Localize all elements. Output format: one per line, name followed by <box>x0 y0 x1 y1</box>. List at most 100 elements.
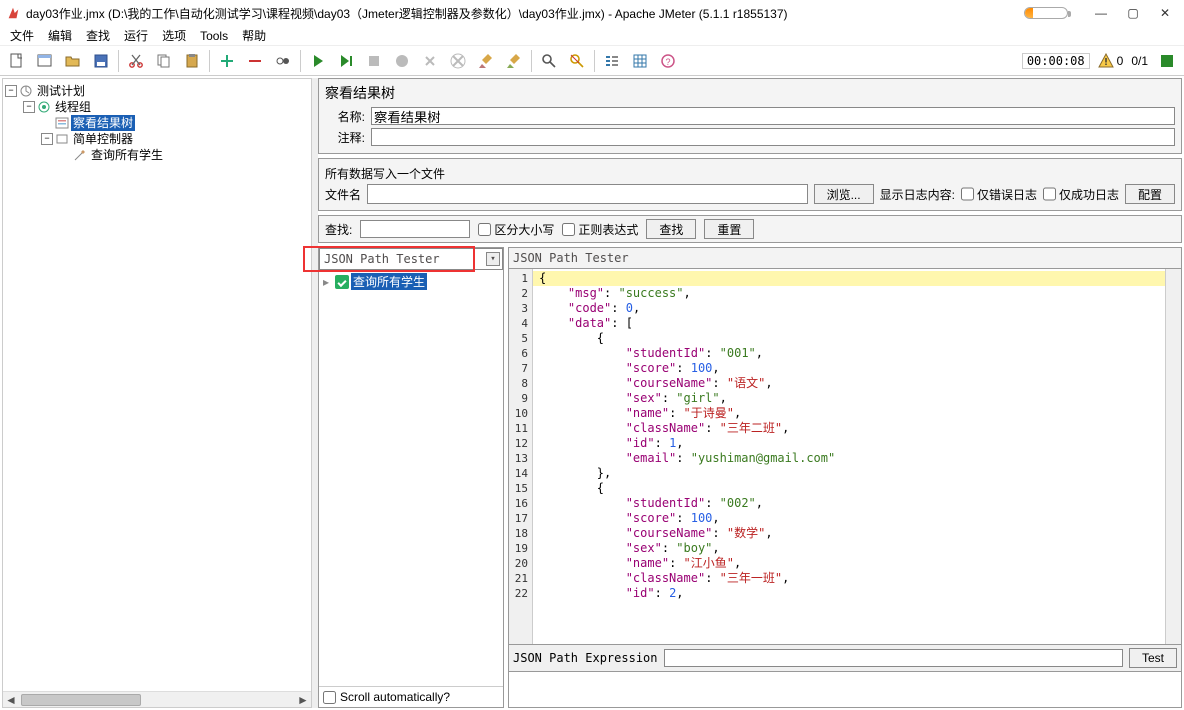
battery-indicator <box>1024 7 1068 19</box>
scroll-thumb[interactable] <box>21 694 141 706</box>
tester-pane: JSON Path Tester 12345678910111213141516… <box>508 247 1182 708</box>
expand-toggle[interactable]: − <box>23 101 35 113</box>
shutdown-icon[interactable] <box>389 48 415 74</box>
threadgroup-icon <box>37 100 51 114</box>
test-button[interactable]: Test <box>1129 648 1177 668</box>
file-output-panel: 所有数据写入一个文件 文件名 浏览... 显示日志内容: 仅错误日志 仅成功日志… <box>318 158 1182 211</box>
menu-search[interactable]: 查找 <box>80 25 116 46</box>
case-sensitive-label: 区分大小写 <box>494 221 554 238</box>
clear-all-icon[interactable] <box>445 48 471 74</box>
search-button[interactable]: 查找 <box>646 219 696 239</box>
configure-button[interactable]: 配置 <box>1125 184 1175 204</box>
browse-button[interactable]: 浏览... <box>814 184 874 204</box>
warning-badge[interactable]: 0 <box>1098 53 1124 69</box>
results-tree-icon <box>55 116 69 130</box>
renderer-combo[interactable]: JSON Path Tester ▾ <box>319 248 503 270</box>
result-tree[interactable]: ▸ 查询所有学生 <box>319 270 503 686</box>
help-icon[interactable]: ? <box>655 48 681 74</box>
cut-icon[interactable] <box>123 48 149 74</box>
file-output-header: 所有数据写入一个文件 <box>325 163 1175 184</box>
expand-toggle[interactable]: − <box>5 85 17 97</box>
expression-label: JSON Path Expression <box>513 651 658 665</box>
new-icon[interactable] <box>4 48 30 74</box>
success-badge-icon <box>335 275 349 289</box>
expand-icon[interactable] <box>214 48 240 74</box>
open-icon[interactable] <box>60 48 86 74</box>
expression-input[interactable] <box>664 649 1123 667</box>
tree-simple-controller[interactable]: − 简单控制器 <box>5 131 309 147</box>
scroll-auto-checkbox[interactable] <box>323 691 336 704</box>
tester-tab[interactable]: JSON Path Tester <box>508 247 1182 269</box>
tree-root[interactable]: − 测试计划 <box>5 83 309 99</box>
menu-tools[interactable]: Tools <box>194 27 234 45</box>
menu-options[interactable]: 选项 <box>156 25 192 46</box>
copy-icon[interactable] <box>151 48 177 74</box>
menu-help[interactable]: 帮助 <box>236 25 272 46</box>
status-ok-icon <box>1154 48 1180 74</box>
warning-count: 0 <box>1117 54 1124 68</box>
expand-toggle[interactable]: − <box>41 133 53 145</box>
tree-hscrollbar[interactable]: ◄ ► <box>3 691 311 707</box>
success-only-checkbox[interactable]: 仅成功日志 <box>1043 184 1119 204</box>
code-vscrollbar[interactable] <box>1165 269 1181 644</box>
stop-icon[interactable] <box>361 48 387 74</box>
start-icon[interactable] <box>305 48 331 74</box>
window-title: day03作业.jmx (D:\我的工作\自动化测试学习\课程视频\day03（… <box>26 5 1024 22</box>
broom2-icon[interactable] <box>501 48 527 74</box>
scroll-right-icon[interactable]: ► <box>295 692 311 708</box>
name-input[interactable] <box>371 107 1175 125</box>
result-search-bar: 查找: 区分大小写 正则表达式 查找 重置 <box>318 215 1182 243</box>
maximize-button[interactable]: ▢ <box>1126 6 1140 20</box>
menu-run[interactable]: 运行 <box>118 25 154 46</box>
tree-http-request[interactable]: 查询所有学生 <box>5 147 309 163</box>
heap-dump-icon[interactable] <box>627 48 653 74</box>
broom1-icon[interactable] <box>473 48 499 74</box>
reset-search-icon[interactable] <box>564 48 590 74</box>
reset-button[interactable]: 重置 <box>704 219 754 239</box>
search-icon[interactable] <box>536 48 562 74</box>
clear-icon[interactable] <box>417 48 443 74</box>
result-item-label: 查询所有学生 <box>351 273 427 290</box>
menu-file[interactable]: 文件 <box>4 25 40 46</box>
comment-label: 注释: <box>325 129 365 146</box>
result-expand-icon[interactable]: ▸ <box>323 275 333 289</box>
tree-view-results-label: 察看结果树 <box>71 115 135 131</box>
name-label: 名称: <box>325 108 365 125</box>
tree-root-label: 测试计划 <box>35 83 87 99</box>
save-icon[interactable] <box>88 48 114 74</box>
search-input[interactable] <box>360 220 470 238</box>
thread-count: 0/1 <box>1131 54 1148 68</box>
scroll-left-icon[interactable]: ◄ <box>3 692 19 708</box>
json-content[interactable]: { "msg": "success", "code": 0, "data": [… <box>533 269 1165 644</box>
tree-http-request-label: 查询所有学生 <box>89 147 165 163</box>
comment-input[interactable] <box>371 128 1175 146</box>
collapse-icon[interactable] <box>242 48 268 74</box>
minimize-button[interactable]: — <box>1094 6 1108 20</box>
menu-edit[interactable]: 编辑 <box>42 25 78 46</box>
templates-icon[interactable] <box>32 48 58 74</box>
controller-icon <box>55 132 69 146</box>
errors-only-label: 仅错误日志 <box>977 186 1037 203</box>
start-no-pause-icon[interactable] <box>333 48 359 74</box>
paste-icon[interactable] <box>179 48 205 74</box>
testplan-icon <box>19 84 33 98</box>
search-label: 查找: <box>325 221 352 238</box>
close-button[interactable]: ✕ <box>1158 6 1172 20</box>
result-list-pane: JSON Path Tester ▾ ▸ 查询所有学生 Scroll <box>318 247 504 708</box>
result-item[interactable]: ▸ 查询所有学生 <box>321 272 501 291</box>
scroll-auto-label: Scroll automatically? <box>340 690 450 704</box>
chevron-down-icon[interactable]: ▾ <box>486 252 500 266</box>
renderer-combo-value: JSON Path Tester <box>324 252 440 266</box>
element-header-panel: 察看结果树 名称: 注释: <box>318 78 1182 154</box>
function-helper-icon[interactable] <box>599 48 625 74</box>
json-viewer: 12345678910111213141516171819202122 { "m… <box>508 269 1182 645</box>
filename-input[interactable] <box>367 184 808 204</box>
toggle-icon[interactable] <box>270 48 296 74</box>
errors-only-checkbox[interactable]: 仅错误日志 <box>961 184 1037 204</box>
tree-view-results[interactable]: 察看结果树 <box>5 115 309 131</box>
title-bar: day03作业.jmx (D:\我的工作\自动化测试学习\课程视频\day03（… <box>0 0 1184 26</box>
menu-bar: 文件 编辑 查找 运行 选项 Tools 帮助 <box>0 26 1184 46</box>
tree-threadgroup[interactable]: − 线程组 <box>5 99 309 115</box>
regex-checkbox[interactable]: 正则表达式 <box>562 221 638 238</box>
case-sensitive-checkbox[interactable]: 区分大小写 <box>478 221 554 238</box>
